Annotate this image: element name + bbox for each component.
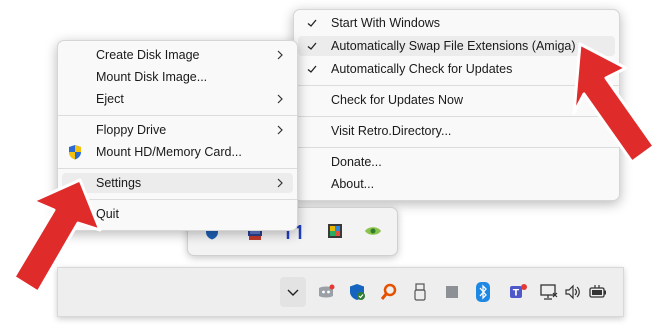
chevron-right-icon	[277, 50, 283, 60]
bluetooth-icon[interactable]	[476, 282, 490, 302]
chevron-right-icon	[277, 178, 283, 188]
color-palette-icon[interactable]	[327, 223, 343, 239]
menu-separator	[58, 115, 297, 116]
grey-square-icon[interactable]	[445, 285, 459, 299]
menu-item-mount-disk-image[interactable]: Mount Disk Image...	[62, 67, 293, 87]
menu-item-start-with-windows[interactable]: Start With Windows	[298, 13, 615, 33]
menu-item-about[interactable]: About...	[298, 174, 615, 194]
search-key-icon[interactable]	[380, 283, 398, 301]
annotation-arrow-left	[12, 178, 102, 294]
menu-item-label: Check for Updates Now	[331, 93, 464, 107]
chevron-right-icon	[277, 125, 283, 135]
svg-text:T: T	[513, 289, 520, 299]
menu-item-label: Mount HD/Memory Card...	[96, 145, 242, 159]
menu-item-mount-hd-memory-card[interactable]: Mount HD/Memory Card...	[62, 142, 293, 162]
menu-item-create-disk-image[interactable]: Create Disk Image	[62, 45, 293, 65]
checkmark-icon	[307, 42, 317, 50]
taskbar: T	[57, 267, 624, 317]
checkmark-icon	[307, 19, 317, 27]
menu-item-eject[interactable]: Eject	[62, 89, 293, 109]
network-icon[interactable]	[540, 283, 558, 301]
eye-icon[interactable]	[364, 225, 382, 237]
defender-icon[interactable]	[348, 283, 366, 301]
menu-item-label: Floppy Drive	[96, 123, 167, 137]
menu-item-label: Visit Retro.Directory...	[331, 124, 452, 138]
uac-shield-icon	[69, 145, 81, 160]
menu-item-label: Automatically Swap File Extensions (Amig…	[331, 39, 576, 53]
menu-item-label: Create Disk Image	[96, 48, 200, 62]
speaker-icon[interactable]	[564, 284, 582, 300]
menu-item-label: Automatically Check for Updates	[331, 62, 513, 76]
menu-item-label: Start With Windows	[331, 16, 441, 30]
menu-item-label: Donate...	[331, 155, 382, 169]
checkmark-icon	[307, 65, 317, 73]
annotation-arrow-right	[572, 42, 656, 164]
menu-item-floppy-drive[interactable]: Floppy Drive	[62, 120, 293, 140]
chevron-up-icon	[287, 289, 299, 296]
menu-separator	[58, 168, 297, 169]
teams-icon[interactable]: T	[508, 283, 528, 301]
tray-chevron-button[interactable]	[280, 277, 306, 307]
discord-icon[interactable]	[317, 284, 335, 300]
battery-icon[interactable]	[588, 284, 608, 300]
chevron-right-icon	[277, 94, 283, 104]
menu-item-label: Mount Disk Image...	[96, 70, 208, 84]
usb-icon[interactable]	[413, 283, 427, 301]
menu-item-label: Eject	[96, 92, 124, 106]
menu-item-label: About...	[331, 177, 375, 191]
